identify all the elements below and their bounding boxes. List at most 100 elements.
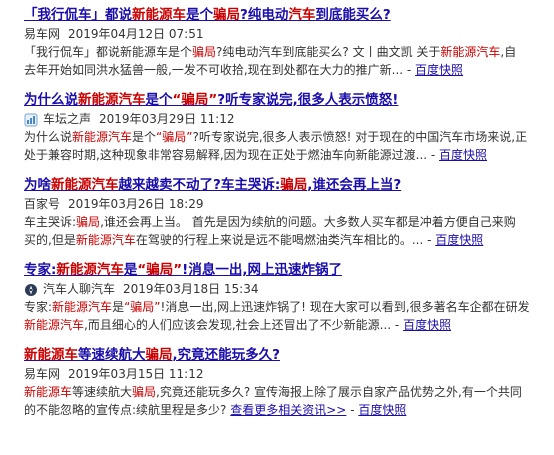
title-highlight: 新能源车 <box>24 347 78 363</box>
title-text: 越来越卖不动了?车主哭诉: <box>118 177 281 193</box>
result-date: 2019年03月26日 18:29 <box>68 197 204 211</box>
result-item: 为啥新能源汽车越来越卖不动了?车主哭诉:骗局,谁还会再上当? 百家号 2019年… <box>24 176 548 249</box>
snippet-sep: - <box>391 317 404 332</box>
snippet-text: 专家: <box>24 300 53 314</box>
result-date: 2019年04月12日 07:51 <box>68 27 204 41</box>
title-highlight: 新能源车 <box>132 7 186 23</box>
snapshot-link[interactable]: 百度快照 <box>435 233 483 247</box>
title-text: 等速续航大 <box>78 347 146 363</box>
title-highlight: 骗局 <box>213 7 240 23</box>
chart-icon <box>24 113 38 126</box>
title-text: !消息一出,网上迅速炸锅了 <box>182 262 342 278</box>
title-text: ?听专家说完,很多人表示愤怒! <box>217 92 399 108</box>
result-item: 「我行侃车」都说新能源车是个骗局?纯电动汽车到底能买么? 易车网 2019年04… <box>24 6 548 79</box>
snippet-text: ,自 <box>500 45 517 59</box>
result-source: 易车网 <box>24 27 61 41</box>
snippet-text: ,谁还会再上当。 首先是因为续航的问题。大多数人买车都是冲着方便自己来购 <box>100 215 516 229</box>
snippet-text: ,而且细心的人们应该会发现,社会上还冒出了不少新能源... <box>84 317 392 332</box>
snippet-sep: - <box>427 147 440 162</box>
snippet-text: !消息一出,网上迅速炸锅了! 现在大家可以看到,很多著名车企都在研发 <box>160 300 530 314</box>
snippet-text: 车主哭诉: <box>24 215 77 229</box>
snippet-text: 为什么说 <box>24 130 73 144</box>
snippet-sep: - <box>403 62 416 77</box>
snippet-text: ?纯电动汽车到底能买么? 文丨曲文凯 关于 <box>216 45 441 59</box>
title-highlight: 新能源汽车 <box>51 177 119 193</box>
result-date: 2019年03月18日 15:34 <box>123 282 259 296</box>
snapshot-link[interactable]: 百度快照 <box>415 63 463 77</box>
title-highlight: 汽车 <box>288 7 316 23</box>
snippet-highlight: 新能源汽车 <box>52 300 113 314</box>
snippet-text: 是个 <box>132 130 157 144</box>
result-snippet: 车主哭诉:骗局,谁还会再上当。 首先是因为续航的问题。大多数人买车都是冲着方便自… <box>24 214 548 249</box>
title-highlight: 新能源汽车 <box>56 262 124 278</box>
title-highlight: 骗局 <box>145 347 173 363</box>
more-news-link[interactable]: 查看更多相关资讯>> <box>230 403 346 417</box>
title-highlight: 骗局 <box>280 177 308 193</box>
snippet-highlight: 骗局 <box>192 45 217 59</box>
snippet-highlight: 骗局 <box>76 215 101 229</box>
result-date: 2019年03月15日 11:12 <box>68 367 204 381</box>
snippet-text: 在驾驶的行程上来说是远不能喝燃油类汽车相比的。... <box>135 232 424 247</box>
snippet-highlight: “骗局” <box>124 300 161 314</box>
snippet-text: 处于兼容时期,这种现象非常容易解释,因为现在正处于燃油车向新能源过渡... <box>24 147 428 162</box>
search-results: 「我行侃车」都说新能源车是个骗局?纯电动汽车到底能买么? 易车网 2019年04… <box>0 0 554 419</box>
title-text: 是个 <box>186 7 213 23</box>
title-highlight: 新能源汽车 <box>78 92 146 108</box>
snippet-sep: - <box>346 402 359 417</box>
title-text: 为什么说 <box>24 92 78 108</box>
result-source: 百家号 <box>24 197 61 211</box>
snippet-highlight: 新能源车 <box>24 385 73 399</box>
title-text: ?纯电动 <box>240 7 289 23</box>
snippet-sep: - <box>423 232 436 247</box>
title-text: ,究竟还能玩多久? <box>172 347 280 363</box>
title-text: ,谁还会再上当? <box>307 177 402 193</box>
title-highlight: “骗局” <box>137 262 183 278</box>
result-snippet: 「我行侃车」都说新能源车是个骗局?纯电动汽车到底能买么? 文丨曲文凯 关于新能源… <box>24 44 548 79</box>
result-title[interactable]: 为啥新能源汽车越来越卖不动了?车主哭诉:骗局,谁还会再上当? <box>24 176 548 194</box>
snippet-text: ,究竟还能玩多久? 宣传海报上除了展示自家产品优势之外,有一个共同 <box>156 385 522 399</box>
result-meta: 车坛之声 2019年03月29日 11:12 <box>24 111 548 128</box>
compass-icon <box>25 283 37 296</box>
snippet-text: 买的,但是 <box>24 232 76 247</box>
title-text: 是 <box>123 262 138 278</box>
snippet-highlight: 新能源汽车 <box>440 45 501 59</box>
result-source: 易车网 <box>24 367 61 381</box>
snapshot-link[interactable]: 百度快照 <box>403 318 451 332</box>
title-text: 为啥 <box>24 177 51 193</box>
snippet-highlight: “骗局” <box>156 130 193 144</box>
result-meta: 百家号 2019年03月26日 18:29 <box>24 196 548 213</box>
snippet-text: 「我行侃车」都说新能源车是个 <box>24 45 193 59</box>
snippet-highlight: 新能源汽车 <box>72 130 133 144</box>
snippet-text: ?听专家说完,很多人表示愤怒! 对于现在的中国汽车市场来说,正 <box>192 130 528 144</box>
title-highlight: “骗局” <box>172 92 218 108</box>
result-item: 专家:新能源汽车是“骗局”!消息一出,网上迅速炸锅了 汽车人聊汽车 2019年0… <box>24 261 548 334</box>
snapshot-link[interactable]: 百度快照 <box>439 148 487 162</box>
snippet-text: 的不能忽略的宣传点:续航里程是多少? <box>24 402 227 417</box>
result-item: 新能源车等速续航大骗局,究竟还能玩多久? 易车网 2019年03月15日 11:… <box>24 346 548 419</box>
result-meta: 易车网 2019年04月12日 07:51 <box>24 26 548 43</box>
snippet-highlight: 新能源汽车 <box>24 317 85 332</box>
result-snippet: 新能源车等速续航大骗局,究竟还能玩多久? 宣传海报上除了展示自家产品优势之外,有… <box>24 384 548 419</box>
result-item: 为什么说新能源汽车是个“骗局”?听专家说完,很多人表示愤怒! 车坛之声 2019… <box>24 91 548 164</box>
snippet-text: 是 <box>112 300 125 314</box>
result-date: 2019年03月29日 11:12 <box>99 112 235 126</box>
snippet-highlight: 骗局 <box>132 385 157 399</box>
result-meta: 汽车人聊汽车 2019年03月18日 15:34 <box>24 281 548 298</box>
title-text: 到底能买么? <box>315 7 391 23</box>
result-title[interactable]: 「我行侃车」都说新能源车是个骗局?纯电动汽车到底能买么? <box>24 6 548 24</box>
result-snippet: 为什么说新能源汽车是个“骗局”?听专家说完,很多人表示愤怒! 对于现在的中国汽车… <box>24 129 548 164</box>
result-snippet: 专家:新能源汽车是“骗局”!消息一出,网上迅速炸锅了! 现在大家可以看到,很多著… <box>24 299 548 334</box>
title-text: 专家: <box>24 262 57 278</box>
snippet-text: 去年开始如同洪水猛兽一般,一发不可收拾,现在到处都在大力的推广新... <box>24 62 404 77</box>
result-title[interactable]: 专家:新能源汽车是“骗局”!消息一出,网上迅速炸锅了 <box>24 261 548 279</box>
result-title[interactable]: 为什么说新能源汽车是个“骗局”?听专家说完,很多人表示愤怒! <box>24 91 548 109</box>
result-source: 汽车人聊汽车 <box>43 282 116 296</box>
snippet-highlight: 新能源汽车 <box>75 232 136 247</box>
snippet-text: 等速续航大 <box>72 385 133 399</box>
snapshot-link[interactable]: 百度快照 <box>358 403 406 417</box>
result-meta: 易车网 2019年03月15日 11:12 <box>24 366 548 383</box>
result-source: 车坛之声 <box>43 112 92 126</box>
title-text: 是个 <box>145 92 173 108</box>
result-title[interactable]: 新能源车等速续航大骗局,究竟还能玩多久? <box>24 346 548 364</box>
title-text: 「我行侃车」都说 <box>24 7 132 23</box>
